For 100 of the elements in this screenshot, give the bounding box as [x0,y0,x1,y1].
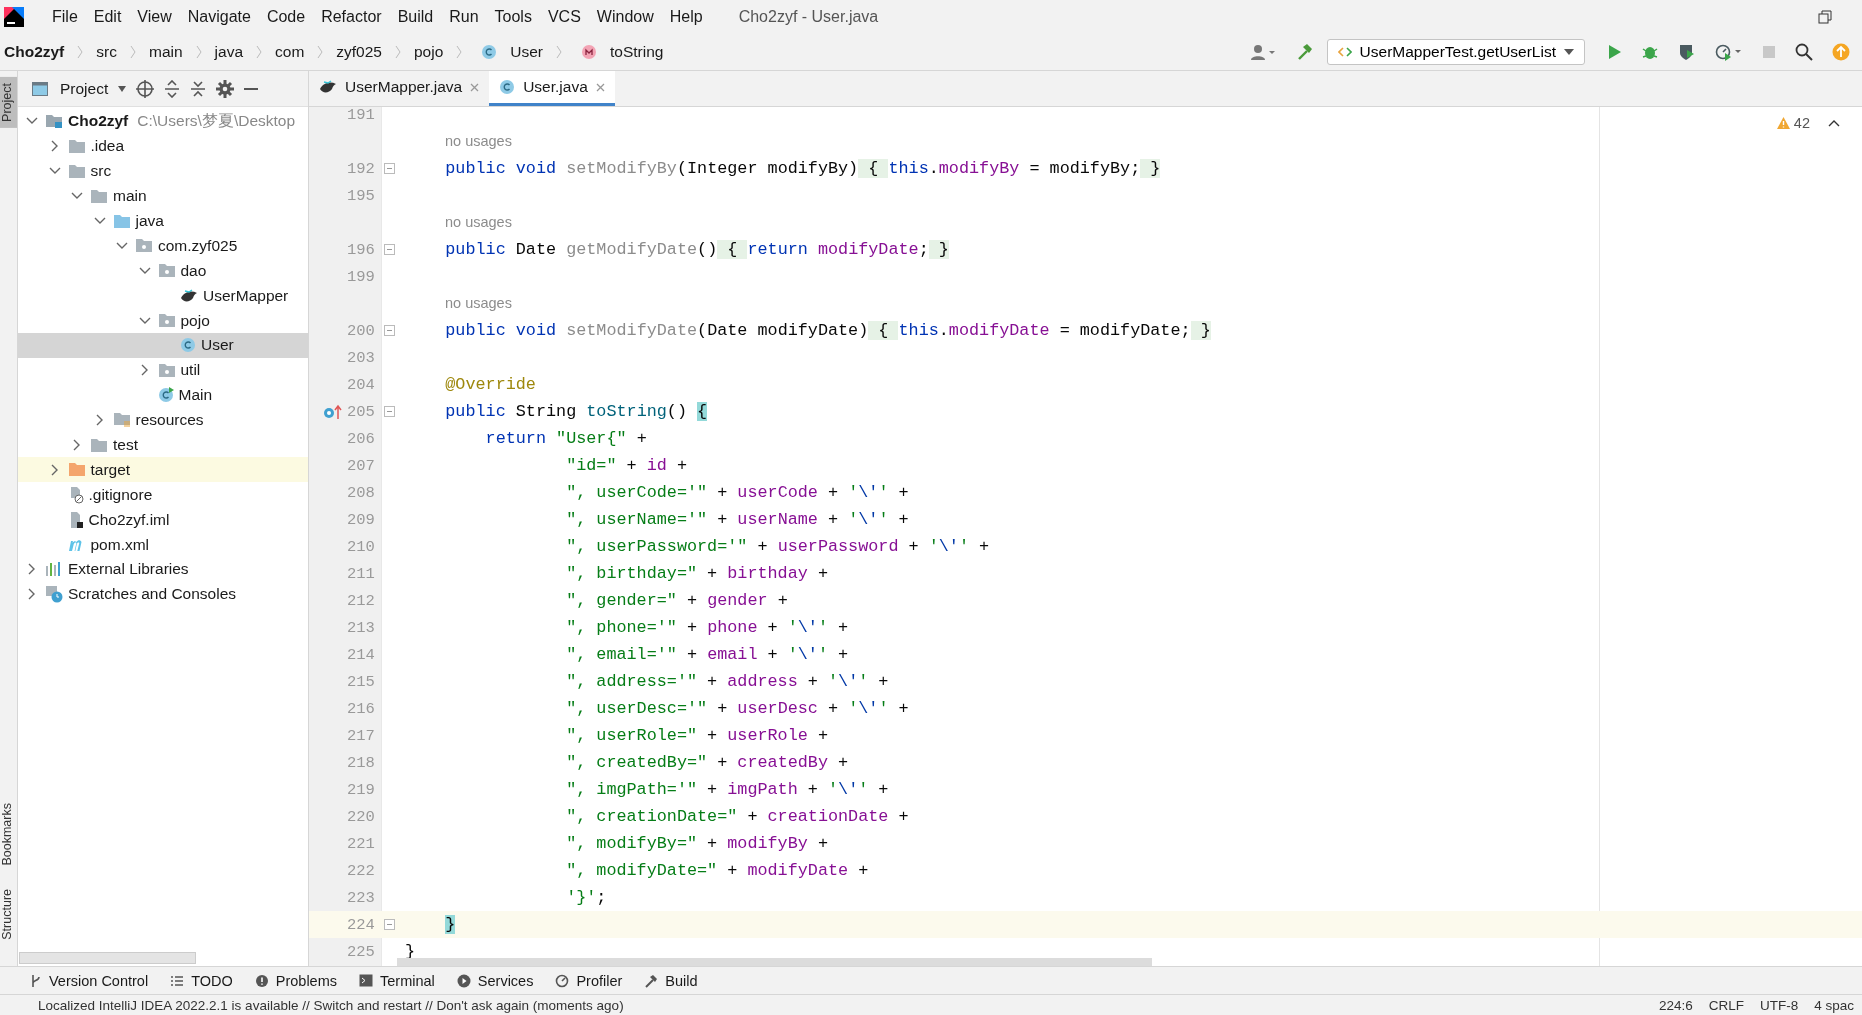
tree-item[interactable]: Main [18,382,308,408]
warning-counter[interactable]: 42 [1776,115,1810,131]
expand-all-icon[interactable] [164,79,181,98]
line-separator[interactable]: CRLF [1708,997,1744,1013]
menu-item[interactable]: View [129,8,180,26]
tree-label: src [90,162,112,181]
tool-window-button[interactable]: Terminal [359,972,435,989]
tool-window-button[interactable]: Services [456,972,534,989]
tree-item[interactable]: Cho2zyf.iml [18,507,308,533]
package-icon [135,238,153,254]
code-icon [1337,46,1352,58]
panel-title[interactable]: Project [60,79,109,98]
code-line: ", modifyDate=" + modifyDate + [565,861,869,880]
close-icon[interactable] [470,82,480,92]
breadcrumb[interactable]: toString [610,43,664,61]
tree-item[interactable]: com.zyf025 [18,233,308,259]
dropdown-caret-icon[interactable] [118,85,127,92]
breadcrumb[interactable]: Cho2zyf [4,43,65,61]
menu-item[interactable]: Window [588,8,662,26]
menu-item[interactable]: Build [389,8,442,26]
tree-item[interactable]: util [18,357,308,383]
tool-window-tab[interactable]: Bookmarks [0,796,17,872]
menu-item[interactable]: VCS [539,8,589,26]
menu-item[interactable]: Refactor [313,8,390,26]
file-encoding[interactable]: UTF-8 [1759,997,1799,1013]
scrollbar[interactable] [397,958,1152,966]
dropdown-caret-icon [1564,49,1574,55]
tree-item[interactable]: dao [18,258,308,284]
line-number: 225 [347,942,376,961]
tree-item[interactable]: pojo [18,308,308,333]
run-configuration-dropdown[interactable]: UserMapperTest.getUserList [1326,39,1585,65]
fold-marker-icon[interactable] [383,325,395,336]
editor-tab[interactable]: User.java [489,71,615,106]
breadcrumb[interactable]: main [148,43,183,61]
status-message[interactable]: Localized IntelliJ IDEA 2022.2.1 is available // Switch and restart // Don't ask again (moments ago) [38,997,624,1013]
tool-window-tab[interactable]: Project [0,77,17,128]
tree-item[interactable]: src [18,158,308,184]
usage-hint[interactable]: no usages [405,214,512,230]
menu-item[interactable]: Tools [486,8,540,26]
shield-run-icon[interactable] [1678,43,1696,61]
editor-tab[interactable]: UserMapper.java [309,71,490,106]
fold-marker-icon[interactable] [383,919,395,930]
code-line: ", address='" + address + '\'' + [565,672,889,691]
tool-window-button[interactable]: TODO [170,972,233,989]
tree-item[interactable]: main [18,183,308,209]
crosshair-icon[interactable] [136,79,155,98]
bird-icon [180,287,198,304]
chevron-icon [456,45,463,59]
fold-marker-icon[interactable] [383,244,395,255]
tool-window-button[interactable]: Problems [254,972,337,989]
profile-icon[interactable] [1715,43,1743,61]
tool-window-button[interactable]: Profiler [555,972,623,989]
menu-item[interactable]: Navigate [179,8,259,26]
menu-item[interactable]: Edit [85,8,130,26]
tree-item[interactable]: Scratches and Consoles [18,581,308,607]
tree-label: dao [180,261,207,280]
breadcrumb[interactable]: src [96,43,117,61]
tree-item[interactable]: pom.xml [18,532,308,558]
tool-window-button[interactable]: Build [644,972,698,989]
menu-item[interactable]: Code [258,8,314,26]
tree-item[interactable]: .gitignore [18,482,308,508]
tree-item[interactable]: target [18,457,308,483]
tool-window-tab[interactable]: Structure [0,883,17,946]
breadcrumb[interactable]: pojo [414,43,444,61]
tool-window-button[interactable]: Version Control [30,972,149,989]
menu-item[interactable]: Run [441,8,487,26]
tree-item[interactable]: User [18,333,308,358]
usage-hint[interactable]: no usages [405,295,512,311]
breadcrumb[interactable]: java [214,43,243,61]
code-line: ", phone='" + phone + '\'' + [565,618,849,637]
run-icon[interactable] [1606,44,1622,60]
close-icon[interactable] [595,82,605,92]
restore-window-icon[interactable] [1818,10,1832,24]
fold-marker-icon[interactable] [383,163,395,174]
tree-item[interactable]: Cho2zyf C:\Users\梦夏\Desktop [18,109,308,134]
menu-item[interactable]: Help [661,8,711,26]
scrollbar[interactable] [19,952,196,964]
override-marker-icon[interactable] [323,403,343,420]
menu-item[interactable]: File [44,8,86,26]
code-line: ", modifyBy=" + modifyBy + [565,834,828,853]
indent-setting[interactable]: 4 spac [1814,997,1854,1013]
collapse-all-icon[interactable] [190,79,207,98]
breadcrumb[interactable]: User [510,43,544,61]
search-icon[interactable] [1795,43,1813,61]
tree-item[interactable]: test [18,432,308,458]
code-line: ", createdBy=" + createdBy + [565,753,849,772]
tree-item[interactable]: UserMapper [18,283,308,309]
tree-item[interactable]: java [18,208,308,234]
tree-item[interactable]: External Libraries [18,557,308,582]
caret-position[interactable]: 224:6 [1658,997,1693,1013]
chevron-up-icon[interactable] [1828,119,1840,127]
tree-item[interactable]: resources [18,407,308,433]
settings-icon[interactable] [216,79,235,98]
line-number: 192 [347,159,376,178]
fold-marker-icon[interactable] [383,406,395,417]
tree-item[interactable]: .idea [18,133,308,159]
usage-hint[interactable]: no usages [405,133,512,149]
breadcrumb[interactable]: zyf025 [336,43,382,61]
user-icon[interactable] [1250,44,1277,60]
breadcrumb[interactable]: com [275,43,305,61]
